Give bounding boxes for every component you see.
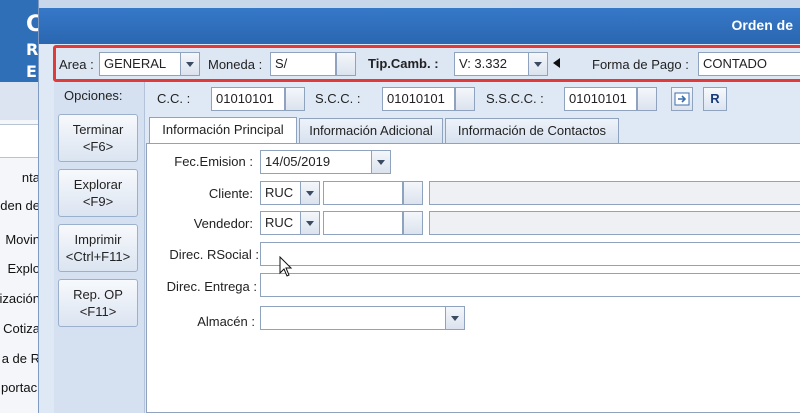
direc-rsocial-label: Direc. RSocial : bbox=[169, 247, 259, 262]
almacen-select[interactable] bbox=[260, 306, 446, 330]
button-label: Imprimir bbox=[74, 232, 122, 247]
vendedor-doc-type-dropdown[interactable] bbox=[300, 211, 320, 235]
moneda-field[interactable]: S/ bbox=[270, 52, 336, 76]
background-menu-item[interactable]: Cotiza bbox=[0, 315, 40, 343]
fec-emision-label: Fec.Emision : bbox=[174, 154, 253, 169]
background-app: C R E nta rden de Movin Explo tización C… bbox=[0, 0, 42, 413]
button-shortcut: <F6> bbox=[82, 139, 114, 154]
vendedor-code-field[interactable] bbox=[323, 211, 403, 235]
fec-emision-dropdown-button[interactable] bbox=[371, 150, 391, 174]
background-menu-item[interactable]: Explo bbox=[0, 255, 40, 283]
tipcamb-label: Tip.Camb. : bbox=[368, 56, 439, 71]
r-button[interactable]: R bbox=[703, 87, 727, 111]
almacen-dropdown-button[interactable] bbox=[445, 306, 465, 330]
almacen-label: Almacén : bbox=[197, 314, 255, 329]
cliente-doc-type-dropdown[interactable] bbox=[300, 181, 320, 205]
vendedor-doc-type-select[interactable]: RUC bbox=[260, 211, 302, 235]
fec-emision-field[interactable]: 14/05/2019 bbox=[260, 150, 372, 174]
background-menu-item[interactable]: nta bbox=[0, 164, 40, 192]
rep-op-button[interactable]: Rep. OP <F11> bbox=[58, 279, 138, 327]
cliente-lookup-button[interactable] bbox=[403, 181, 423, 205]
options-header: Opciones: bbox=[64, 88, 123, 103]
header-toolbar: Area : GENERAL Moneda : S/ Tip.Camb. : V… bbox=[53, 45, 800, 82]
direc-rsocial-field[interactable] bbox=[260, 242, 800, 266]
direc-entrega-field[interactable] bbox=[260, 273, 800, 297]
cliente-label: Cliente: bbox=[208, 186, 253, 201]
button-shortcut: <Ctrl+F11> bbox=[65, 249, 131, 264]
orden-window: Orden de Area : GENERAL Moneda : S/ Tip.… bbox=[38, 0, 800, 413]
window-banner: Orden de bbox=[39, 8, 800, 44]
cliente-doc-type-select[interactable]: RUC bbox=[260, 181, 302, 205]
button-shortcut: <F9> bbox=[82, 194, 114, 209]
scc-field[interactable]: 01010101 bbox=[382, 87, 455, 111]
background-menu-item[interactable]: rden de bbox=[0, 192, 40, 220]
cc-lookup-button[interactable] bbox=[285, 87, 305, 111]
area-dropdown-button[interactable] bbox=[180, 52, 200, 76]
forma-pago-label: Forma de Pago : bbox=[592, 57, 689, 72]
header-letter: E bbox=[26, 62, 37, 81]
imprimir-button[interactable]: Imprimir <Ctrl+F11> bbox=[58, 224, 138, 272]
go-button[interactable] bbox=[671, 87, 693, 111]
cliente-name-field bbox=[429, 181, 800, 205]
terminar-button[interactable]: Terminar <F6> bbox=[58, 114, 138, 162]
tab-informacion-contactos[interactable]: Información de Contactos bbox=[445, 118, 619, 143]
sscc-field[interactable]: 01010101 bbox=[564, 87, 637, 111]
cc-label: C.C. : bbox=[157, 91, 191, 106]
tipcamb-select[interactable]: V: 3.332 bbox=[454, 52, 529, 76]
arrow-right-icon bbox=[674, 92, 690, 106]
cc-field[interactable]: 01010101 bbox=[211, 87, 285, 111]
forma-pago-field[interactable]: CONTADO bbox=[698, 52, 800, 76]
button-label: Terminar bbox=[72, 122, 124, 137]
cliente-code-field[interactable] bbox=[323, 181, 403, 205]
vendedor-name-field bbox=[429, 211, 800, 235]
direc-entrega-label: Direc. Entrega : bbox=[166, 279, 257, 294]
moneda-label: Moneda : bbox=[208, 57, 263, 72]
mouse-cursor-icon bbox=[279, 256, 293, 277]
moneda-lookup-button[interactable] bbox=[336, 52, 356, 76]
background-strip bbox=[0, 82, 40, 120]
area-select[interactable]: GENERAL bbox=[99, 52, 181, 76]
button-shortcut: <F11> bbox=[79, 304, 117, 319]
background-app-header: C R E bbox=[0, 0, 42, 82]
background-menu-item[interactable]: a de R bbox=[0, 345, 40, 373]
vendedor-lookup-button[interactable] bbox=[403, 211, 423, 235]
scc-lookup-button[interactable] bbox=[455, 87, 475, 111]
background-menu-item[interactable]: tización bbox=[0, 285, 40, 313]
background-menu-item[interactable]: Movin bbox=[0, 226, 40, 254]
background-search-input[interactable] bbox=[0, 124, 40, 158]
sscc-lookup-button[interactable] bbox=[637, 87, 657, 111]
tab-informacion-adicional[interactable]: Información Adicional bbox=[299, 118, 443, 143]
background-menu-item[interactable]: portaci bbox=[0, 374, 40, 402]
triangle-left-icon[interactable] bbox=[553, 58, 560, 68]
header-letter: R bbox=[26, 40, 39, 59]
sscc-label: S.S.C.C. : bbox=[486, 91, 544, 106]
scc-label: S.C.C. : bbox=[315, 91, 361, 106]
options-panel: Opciones: Terminar <F6> Explorar <F9> Im… bbox=[54, 82, 145, 413]
tipcamb-dropdown-button[interactable] bbox=[528, 52, 548, 76]
button-label: Explorar bbox=[73, 177, 123, 192]
tab-informacion-principal[interactable]: Información Principal bbox=[149, 117, 297, 144]
explorar-button[interactable]: Explorar <F9> bbox=[58, 169, 138, 217]
button-label: Rep. OP bbox=[73, 287, 123, 302]
banner-title: Orden de bbox=[731, 17, 793, 33]
window-titlebar bbox=[39, 0, 800, 8]
vendedor-label: Vendedor: bbox=[193, 216, 253, 231]
area-label: Area : bbox=[59, 57, 94, 72]
